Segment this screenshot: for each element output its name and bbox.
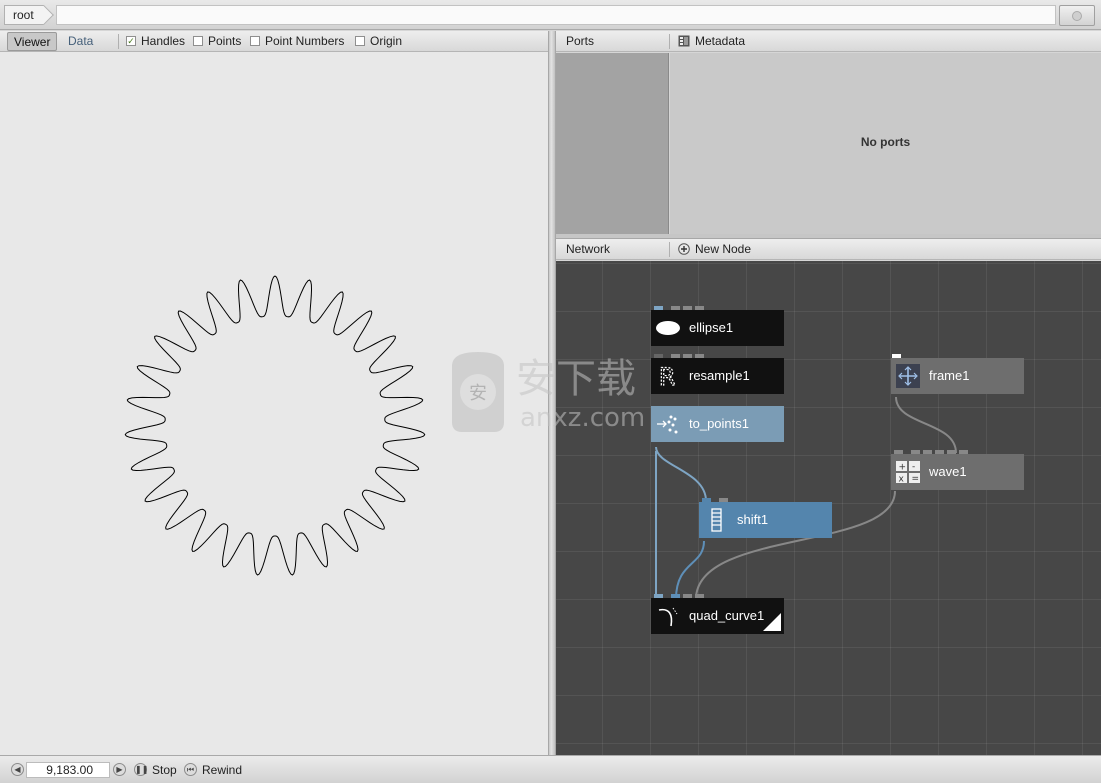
record-icon [1072,11,1082,21]
breadcrumb-root[interactable]: root [4,5,44,25]
network-panel: Network New Node ellipse1 R resample1 to… [556,239,1101,755]
node-label: to_points1 [689,416,749,431]
node-label: frame1 [929,368,970,383]
connection-wire [655,446,707,502]
handles-checkbox[interactable]: ✓ Handles [126,35,185,49]
point-numbers-label: Point Numbers [265,34,345,48]
ports-content: No ports [670,53,1101,234]
node-label: wave1 [929,464,967,479]
node-label: shift1 [737,512,769,527]
ports-list [556,53,669,234]
checkbox-icon [355,36,365,46]
node-resample1[interactable]: R resample1 [651,354,784,394]
rewind-icon[interactable]: ⏮ [184,763,197,776]
node-to_points1[interactable]: to_points1 [651,406,784,442]
record-button[interactable] [1059,5,1095,26]
node-frame1[interactable]: frame1 [891,354,1024,394]
node-label: resample1 [689,368,750,383]
header-divider [669,242,670,257]
points-checkbox[interactable]: Points [193,35,241,49]
frame-icon [895,364,921,388]
pause-icon[interactable]: ❚❚ [134,763,148,776]
rewind-button[interactable]: Rewind [202,763,242,777]
metadata-icon [678,35,690,47]
network-header: Network New Node [556,239,1101,260]
svg-text:=: = [912,474,920,484]
viewer-canvas[interactable] [0,53,548,755]
svg-text:-: - [912,462,915,472]
svg-text:R: R [659,364,676,388]
node-shift1[interactable]: shift1 [699,498,832,538]
add-node-icon[interactable] [678,243,690,255]
connection-wire [895,396,957,454]
frame-field[interactable]: 9,183.00 [26,762,110,778]
breadcrumb-bar: root [0,0,1101,30]
quad-curve-icon [655,604,681,628]
checkbox-icon [250,36,260,46]
svg-text:+: + [899,463,907,473]
wave-icon: + - x = [895,460,921,485]
handles-label: Handles [141,34,186,48]
node-quad_curve1[interactable]: quad_curve1 [651,594,784,634]
node-ellipse1[interactable]: ellipse1 [651,306,784,346]
ports-title: Ports [566,34,595,48]
ports-header: Ports Metadata [556,31,1101,52]
ports-panel: Ports Metadata No ports [556,31,1101,234]
toolbar-divider [118,34,119,49]
points-label: Points [208,34,242,48]
node-label: ellipse1 [689,320,734,335]
node-wave1[interactable]: + - x = wave1 [891,450,1024,490]
ellipse-icon [655,316,681,340]
header-divider [669,34,670,49]
tab-viewer[interactable]: Viewer [7,32,58,51]
stop-button[interactable]: Stop [152,763,177,777]
connection-wire [675,540,705,600]
playback-bar: ◀ 9,183.00 ▶ ❚❚ Stop ⏮ Rewind [0,755,1101,783]
step-forward-button[interactable]: ▶ [113,763,126,776]
viewer-toolbar: Viewer Data ✓ Handles Points Point Number… [0,31,552,52]
step-back-button[interactable]: ◀ [11,763,24,776]
spiky-circle-shape [124,275,426,576]
checkbox-icon [193,36,203,46]
node-label: quad_curve1 [689,608,765,623]
to-points-icon [655,412,681,436]
breadcrumb-root-label: root [13,8,34,22]
resample-icon: R [655,362,681,391]
new-node-button[interactable]: New Node [695,242,751,256]
origin-checkbox[interactable]: Origin [355,35,402,49]
viewer-panel: Viewer Data ✓ Handles Points Point Number… [0,31,552,755]
vertical-splitter[interactable] [548,31,556,755]
no-ports-message: No ports [860,135,911,149]
breadcrumb-track [56,5,1056,25]
network-canvas[interactable]: ellipse1 R resample1 to_points1 shift1 q… [556,261,1101,755]
checkbox-checked-icon: ✓ [126,36,136,46]
network-title: Network [566,242,611,256]
origin-label: Origin [370,34,403,48]
render-flag-icon[interactable] [763,613,781,631]
svg-text:x: x [899,475,905,485]
tab-data[interactable]: Data [62,32,99,51]
point-numbers-checkbox[interactable]: Point Numbers [250,35,344,49]
metadata-tab[interactable]: Metadata [695,34,745,48]
shift-icon [703,508,729,532]
